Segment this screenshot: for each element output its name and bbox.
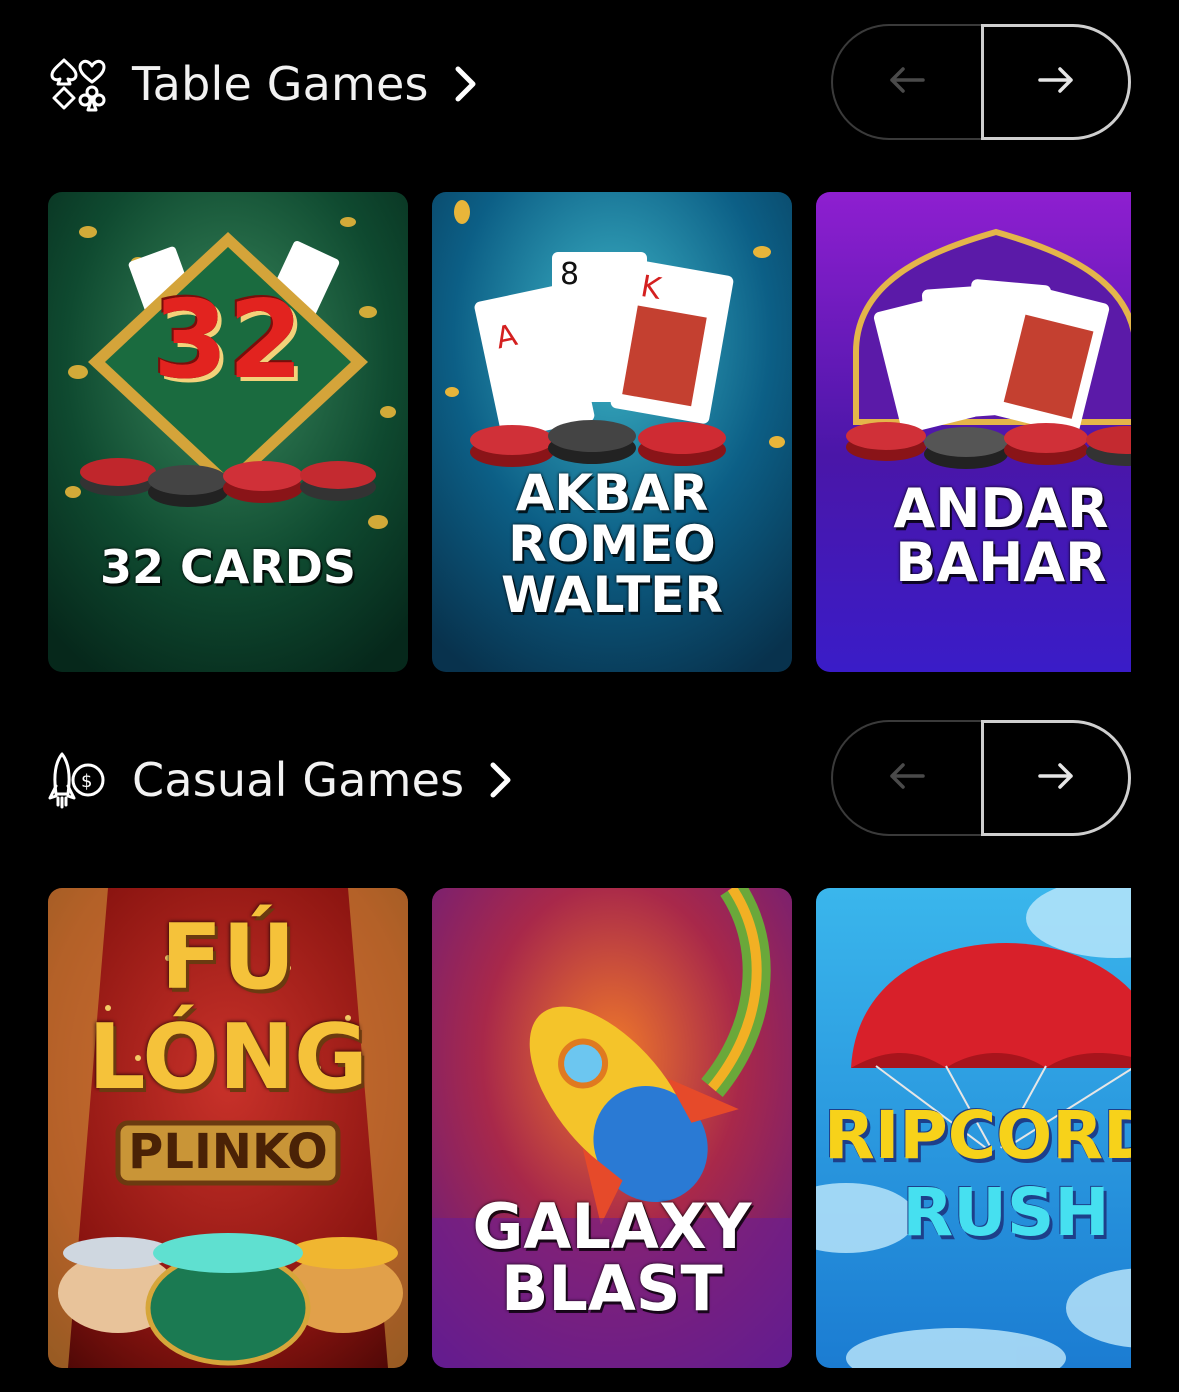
next-button[interactable] — [981, 24, 1131, 140]
arrow-right-icon — [1036, 761, 1076, 796]
section-header[interactable]: $ Casual Games — [48, 748, 518, 812]
chevron-right-icon[interactable] — [453, 64, 483, 104]
section-title[interactable]: Casual Games — [132, 753, 464, 807]
game-card-galaxy-blast[interactable]: GALAXY BLAST — [432, 888, 792, 1368]
section-header[interactable]: Table Games — [48, 52, 483, 116]
game-title-line1: RIPCORD — [824, 1097, 1131, 1174]
game-card-32-cards[interactable]: 32 32 CARDS — [48, 192, 408, 672]
game-card-andar-bahar[interactable]: ANDAR BAHAR — [816, 192, 1131, 672]
game-title-line3: PLINKO — [128, 1124, 328, 1180]
arrow-left-icon — [887, 761, 927, 796]
chevron-right-icon[interactable] — [488, 760, 518, 800]
game-title: ANDAR BAHAR — [893, 477, 1109, 594]
card-suits-icon — [48, 54, 108, 114]
svg-text:$: $ — [81, 771, 92, 792]
game-title: 32 CARDS — [99, 540, 357, 594]
prev-button[interactable] — [831, 24, 981, 140]
game-title: GALAXY BLAST — [472, 1190, 752, 1325]
game-title-line2: LÓNG — [88, 1005, 368, 1110]
game-card-fu-long-plinko[interactable]: FÚ LÓNG PLINKO — [48, 888, 408, 1368]
arrow-left-icon — [887, 65, 927, 100]
games-carousel: 32 32 CARDS A 8 K AKBAR ROMEO WALTER AND… — [48, 192, 1131, 672]
game-title-line1: FÚ — [160, 905, 296, 1010]
game-title: AKBAR ROMEO WALTER — [501, 464, 723, 624]
game-title-line2: RUSH — [902, 1174, 1110, 1251]
prev-button[interactable] — [831, 720, 981, 836]
carousel-nav — [831, 24, 1131, 144]
game-card-ripcord-rush[interactable]: RIPCORD RUSH — [816, 888, 1131, 1368]
game-card-akbar-romeo-walter[interactable]: A 8 K AKBAR ROMEO WALTER — [432, 192, 792, 672]
svg-text:8: 8 — [560, 257, 579, 292]
rocket-dollar-icon: $ — [48, 750, 108, 810]
section-title[interactable]: Table Games — [132, 57, 429, 111]
carousel-nav — [831, 720, 1131, 840]
next-button[interactable] — [981, 720, 1131, 836]
arrow-right-icon — [1036, 65, 1076, 100]
games-carousel: FÚ LÓNG PLINKO GALAXY BLAST RIPCORD RUSH — [48, 888, 1131, 1368]
game-badge: 32 — [152, 278, 304, 403]
